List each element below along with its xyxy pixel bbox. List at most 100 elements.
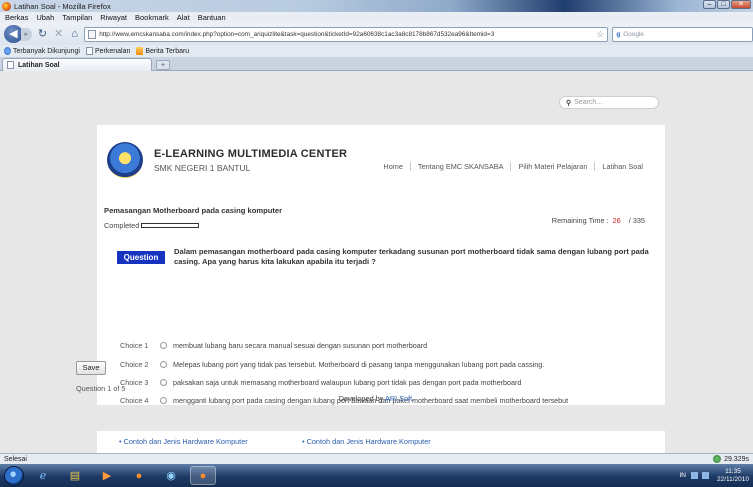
menu-bantuan[interactable]: Bantuan bbox=[198, 13, 226, 22]
clock-date: 22/11/2010 bbox=[716, 475, 749, 483]
status-bar: Selesai 29.329s bbox=[0, 453, 753, 464]
page-icon bbox=[88, 29, 97, 39]
bookmark-most-visited[interactable]: Terbanyak Dikunjungi bbox=[4, 47, 80, 55]
bookmark-berita-terbaru[interactable]: Berita Terbaru bbox=[136, 47, 189, 55]
home-icon[interactable]: ⌂ bbox=[68, 27, 81, 41]
menu-alat[interactable]: Alat bbox=[177, 13, 190, 22]
window-controls: – □ ✕ bbox=[702, 0, 751, 9]
site-title: E-LEARNING MULTIMEDIA CENTER bbox=[154, 148, 348, 160]
google-icon[interactable]: g bbox=[616, 31, 620, 38]
save-button[interactable]: Save bbox=[76, 361, 106, 375]
remaining-time: Remaining Time : 26 / 335 bbox=[552, 216, 645, 225]
taskbar: ℯ ▤ ▶ ● ◉ ● IN 11:35 22/11/2010 bbox=[0, 464, 753, 487]
choice-label: Choice 3 bbox=[120, 378, 149, 387]
choice-label: Choice 2 bbox=[120, 360, 149, 369]
remaining-value: 26 bbox=[612, 216, 621, 225]
page-icon bbox=[7, 61, 14, 69]
choice-radio[interactable] bbox=[160, 342, 167, 349]
school-logo bbox=[107, 142, 143, 178]
page-icon bbox=[85, 47, 93, 55]
new-tab-button[interactable]: + bbox=[156, 60, 170, 70]
site-search-input[interactable]: ⚲ Search... bbox=[559, 96, 659, 109]
bookmark-label: Perkenalan bbox=[94, 47, 131, 55]
menu-bar: Berkas Ubah Tampilan Riwayat Bookmark Al… bbox=[0, 12, 753, 23]
site-search-placeholder: Search... bbox=[574, 99, 603, 106]
nav-latihan-soal[interactable]: Latihan Soal bbox=[595, 162, 643, 171]
menu-tampilan[interactable]: Tampilan bbox=[62, 13, 92, 22]
app-icon[interactable]: ◉ bbox=[158, 466, 184, 485]
tab-latihan-soal[interactable]: Latihan Soal bbox=[2, 58, 152, 71]
firefox-logo-icon bbox=[2, 1, 11, 11]
developed-by-label: Developed by bbox=[338, 394, 384, 403]
question-text: Dalam pemasangan motherboard pada casing… bbox=[174, 247, 649, 266]
firefox-icon[interactable]: ● bbox=[126, 466, 152, 485]
bookmark-star-icon[interactable]: ☆ bbox=[596, 29, 607, 40]
forward-button[interactable]: ▸ bbox=[20, 27, 32, 41]
nav-pilih-materi[interactable]: Pilih Materi Pelajaran bbox=[511, 162, 596, 171]
firefox-window-button[interactable]: ● bbox=[190, 466, 216, 485]
rss-icon bbox=[136, 47, 144, 55]
bookmarks-toolbar: Terbanyak Dikunjungi Perkenalan Berita T… bbox=[0, 45, 753, 57]
reload-icon[interactable]: ↻ bbox=[36, 27, 49, 41]
browser-search-box[interactable]: g Google bbox=[612, 26, 753, 42]
network-icon[interactable] bbox=[690, 472, 698, 479]
question-badge: Question bbox=[117, 251, 165, 264]
menu-bookmark[interactable]: Bookmark bbox=[135, 13, 169, 22]
browser-search-placeholder: Google bbox=[623, 30, 644, 38]
window-title: Latihan Soal - Mozilla Firefox bbox=[14, 1, 111, 11]
status-right: 29.329s bbox=[713, 455, 749, 463]
related-link[interactable]: • Contoh dan Jenis Hardware Komputer bbox=[119, 437, 248, 446]
choice-text: paksakan saja untuk memasang motherboard… bbox=[173, 378, 522, 387]
url-text: http://www.emcskansaba.com/index.php?opt… bbox=[99, 30, 495, 38]
close-button[interactable]: ✕ bbox=[731, 0, 751, 9]
nav-tentang[interactable]: Tentang EMC SKANSABA bbox=[411, 162, 512, 171]
remaining-label: Remaining Time : bbox=[551, 216, 609, 225]
clock-time: 11:35 bbox=[725, 467, 741, 475]
developed-by-period: . bbox=[412, 394, 415, 403]
content-card: E-LEARNING MULTIMEDIA CENTER SMK NEGERI … bbox=[97, 125, 665, 405]
clock[interactable]: 11:35 22/11/2010 bbox=[717, 468, 749, 484]
choice-radio[interactable] bbox=[160, 361, 167, 368]
choice-row[interactable]: Choice 1 membuat lubang baru secara manu… bbox=[120, 341, 427, 350]
remaining-total: / 335 bbox=[628, 216, 645, 225]
choice-text: Melepas lubang port yang tidak pas terse… bbox=[173, 360, 545, 369]
addon-icon bbox=[713, 455, 722, 463]
completed-indicator: Completed bbox=[104, 221, 200, 230]
choice-row[interactable]: Choice 2 Melepas lubang port yang tidak … bbox=[120, 360, 544, 369]
internet-explorer-icon[interactable]: ℯ bbox=[30, 466, 56, 485]
folder-icon[interactable]: ▤ bbox=[62, 466, 88, 485]
address-bar[interactable]: http://www.emcskansaba.com/index.php?opt… bbox=[84, 26, 609, 42]
load-time: 29.329s bbox=[724, 455, 749, 463]
language-indicator[interactable]: IN bbox=[679, 472, 686, 479]
maximize-button[interactable]: □ bbox=[717, 0, 730, 9]
minimize-button[interactable]: – bbox=[703, 0, 716, 9]
menu-ubah[interactable]: Ubah bbox=[36, 13, 54, 22]
choice-row[interactable]: Choice 3 paksakan saja untuk memasang mo… bbox=[120, 378, 521, 387]
choice-label: Choice 1 bbox=[120, 341, 149, 350]
volume-icon[interactable] bbox=[701, 472, 709, 479]
stop-icon[interactable]: ✕ bbox=[52, 27, 65, 41]
menu-riwayat[interactable]: Riwayat bbox=[100, 13, 127, 22]
related-link[interactable]: • Contoh dan Jenis Hardware Komputer bbox=[302, 437, 431, 446]
bookmark-perkenalan[interactable]: Perkenalan bbox=[85, 47, 131, 55]
status-text: Selesai bbox=[4, 455, 27, 463]
media-player-icon[interactable]: ▶ bbox=[94, 466, 120, 485]
search-icon: ⚲ bbox=[566, 99, 572, 107]
completion-progress-bar bbox=[141, 223, 200, 228]
developed-by: Developed by ARI Soft. bbox=[0, 394, 753, 403]
bookmark-label: Terbanyak Dikunjungi bbox=[13, 47, 80, 55]
completed-label: Completed bbox=[104, 221, 140, 230]
nav-home[interactable]: Home bbox=[376, 162, 411, 171]
choice-radio[interactable] bbox=[160, 379, 167, 386]
developer-link[interactable]: ARI Soft bbox=[385, 394, 412, 403]
question-count: Question 1 of 5 bbox=[76, 384, 126, 393]
choice-text: membuat lubang baru secara manual sesuai… bbox=[173, 341, 428, 350]
start-button[interactable] bbox=[4, 465, 24, 486]
navigation-toolbar: ◀ ▸ ↻ ✕ ⌂ http://www.emcskansaba.com/ind… bbox=[0, 23, 753, 45]
site-nav: Home Tentang EMC SKANSABA Pilih Materi P… bbox=[376, 162, 643, 171]
back-button[interactable]: ◀ bbox=[4, 25, 23, 43]
system-tray: IN 11:35 22/11/2010 bbox=[679, 468, 749, 484]
bookmark-label: Berita Terbaru bbox=[145, 47, 190, 55]
window-titlebar: Latihan Soal - Mozilla Firefox – □ ✕ bbox=[0, 0, 753, 12]
menu-berkas[interactable]: Berkas bbox=[5, 13, 28, 22]
